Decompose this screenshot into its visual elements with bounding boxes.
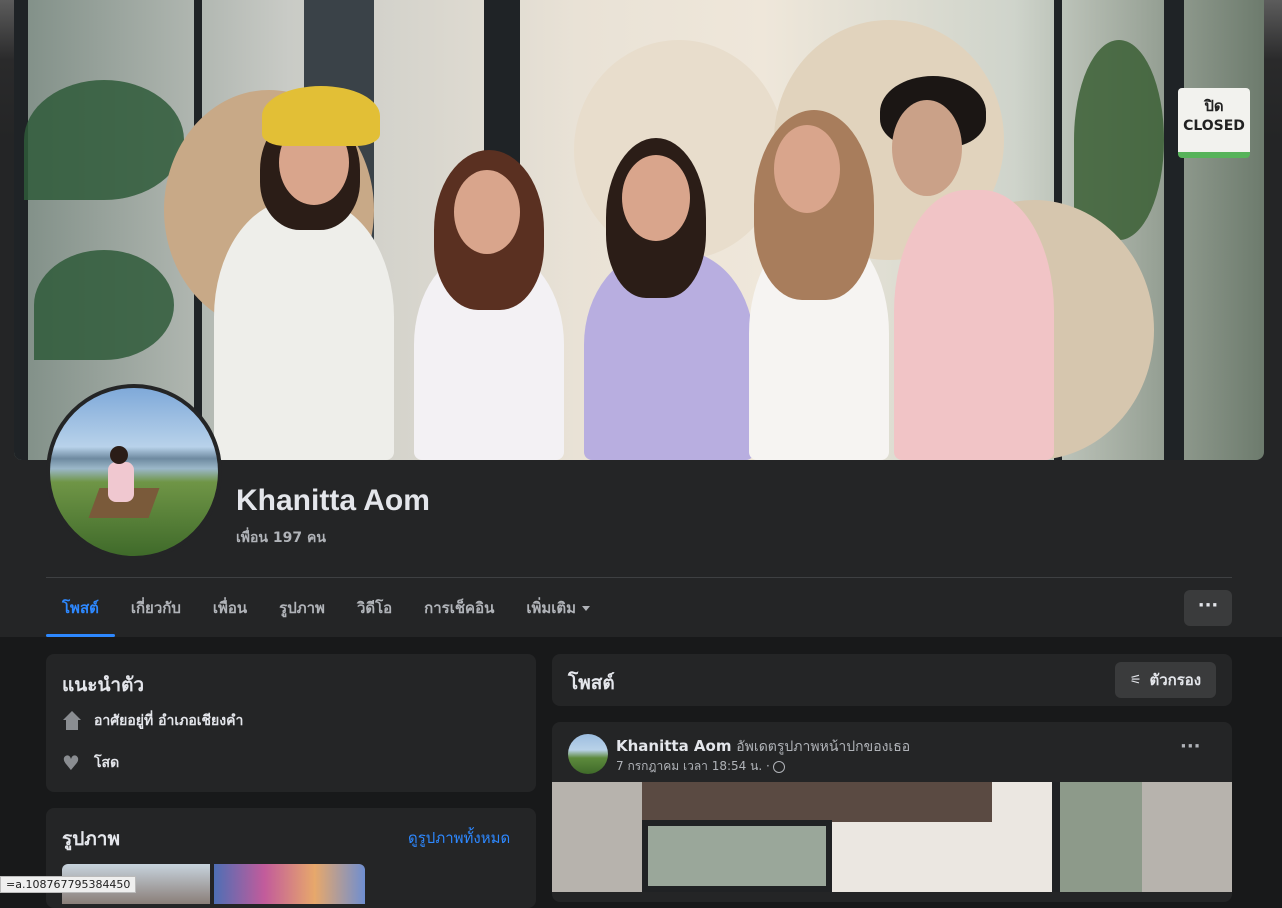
profile-avatar[interactable]: [46, 384, 222, 560]
post-time-text: 7 กรกฎาคม เวลา 18:54 น. ·: [616, 759, 770, 773]
cover-plant: [24, 80, 184, 200]
tab-posts[interactable]: โพสต์: [46, 588, 115, 637]
post-image-window: [1052, 782, 1142, 892]
avatar-person: [108, 462, 134, 502]
closed-sign-thai: ปิด: [1204, 97, 1224, 115]
post-timestamp[interactable]: 7 กรกฎาคม เวลา 18:54 น. ·: [616, 757, 785, 776]
tab-more[interactable]: เพิ่มเติม: [510, 588, 606, 637]
status-bar-url: =a.108767795384450: [0, 876, 137, 893]
profile-name: Khanitta Aom: [236, 484, 430, 517]
cover-person-face: [454, 170, 520, 254]
avatar-person-head: [110, 446, 128, 464]
filter-button-label: ตัวกรอง: [1149, 671, 1202, 689]
profile-tabs: โพสต์ เกี่ยวกับ เพื่อน รูปภาพ วิดีโอ การ…: [46, 588, 606, 637]
intro-lives-in-text: อาศัยอยู่ที่ อำเภอเชียงคำ: [94, 713, 244, 729]
cover-person: [894, 190, 1054, 460]
post-action: อัพเดตรูปภาพหน้าปกของเธอ: [736, 739, 911, 755]
post-image[interactable]: [552, 782, 1232, 892]
heart-icon: ♥: [62, 751, 80, 775]
cover-window-frame: [14, 0, 28, 460]
intro-relationship: ♥ โสด: [62, 752, 119, 774]
intro-card: แนะนำตัว อาศัยอยู่ที่ อำเภอเชียงคำ ♥ โสด: [46, 654, 536, 792]
tab-more-label: เพิ่มเติม: [526, 599, 577, 617]
tab-about[interactable]: เกี่ยวกับ: [115, 588, 197, 637]
post-header: Khanitta Aom อัพเดตรูปภาพหน้าปกของเธอ: [616, 736, 910, 758]
post-image-ceiling: [642, 782, 992, 822]
cover-plant: [34, 250, 174, 360]
cover-plant: [1074, 40, 1164, 240]
filter-icon: ⚟: [1129, 672, 1142, 688]
home-icon: [62, 711, 82, 731]
chevron-down-icon: [582, 606, 591, 611]
post-author-name[interactable]: Khanitta Aom: [616, 737, 731, 755]
photos-title: รูปภาพ: [62, 828, 120, 850]
tab-videos[interactable]: วิดีโอ: [341, 588, 408, 637]
cover-window-frame: [1164, 0, 1184, 460]
cover-person: [214, 200, 394, 460]
post-card: Khanitta Aom อัพเดตรูปภาพหน้าปกของเธอ 7 …: [552, 722, 1232, 902]
see-all-photos-link[interactable]: ดูรูปภาพทั้งหมด: [408, 826, 510, 850]
tab-friends[interactable]: เพื่อน: [197, 588, 263, 637]
intro-relationship-text: โสด: [94, 755, 120, 771]
post-more-button[interactable]: ···: [1180, 736, 1201, 757]
post-author-avatar[interactable]: [568, 734, 608, 774]
header-divider: [46, 577, 1232, 578]
tab-photos[interactable]: รูปภาพ: [263, 588, 341, 637]
cover-person-face: [774, 125, 840, 213]
avatar-image: [50, 388, 218, 556]
photo-thumbnail[interactable]: [214, 864, 365, 904]
globe-icon: [772, 760, 785, 773]
photos-card: รูปภาพ ดูรูปภาพทั้งหมด: [46, 808, 536, 908]
cover-person-hat: [262, 86, 380, 146]
closed-sign-english: CLOSED: [1183, 118, 1245, 134]
posts-title: โพสต์: [568, 672, 615, 694]
cover-person-face: [892, 100, 962, 196]
cover-person-face: [622, 155, 690, 241]
filter-button[interactable]: ⚟ ตัวกรอง: [1115, 662, 1216, 698]
cover-photo[interactable]: [14, 0, 1264, 460]
closed-sign: ปิด CLOSED: [1178, 88, 1250, 158]
intro-lives-in: อาศัยอยู่ที่ อำเภอเชียงคำ: [62, 710, 243, 732]
post-image-window: [642, 820, 832, 892]
more-options-button[interactable]: ···: [1184, 590, 1232, 626]
tab-checkins[interactable]: การเช็คอิน: [408, 588, 510, 637]
intro-title: แนะนำตัว: [62, 674, 145, 696]
friends-count[interactable]: เพื่อน 197 คน: [236, 527, 326, 549]
